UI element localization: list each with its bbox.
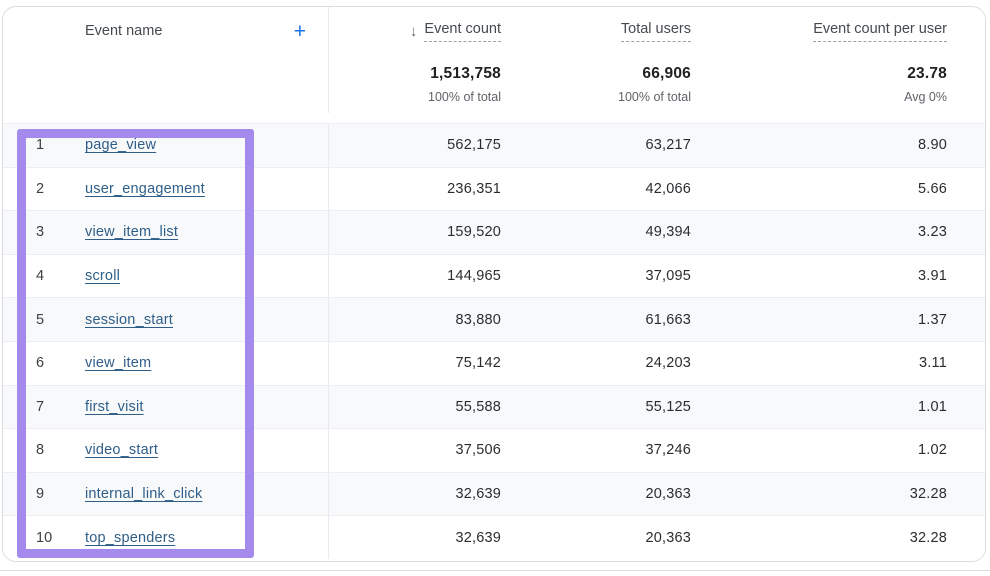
row-number: 1 [3,137,85,153]
per-user-value: 8.90 [918,137,947,153]
event-name-link[interactable]: view_item [85,355,151,371]
row-number: 9 [3,486,85,502]
table-row: 5 session_start 83,880 61,663 1.37 [3,297,985,341]
event-name-link[interactable]: user_engagement [85,181,205,197]
event-count-value: 83,880 [455,312,501,328]
plus-icon: + [294,20,306,43]
total-users-value: 42,066 [645,181,691,197]
row-number: 6 [3,355,85,371]
table-row: 3 view_item_list 159,520 49,394 3.23 [3,210,985,254]
row-number: 2 [3,181,85,197]
per-user-value: 3.23 [918,224,947,240]
sort-descending-icon: ↓ [410,23,418,40]
event-count-total-subtext: 100% of total [428,90,501,104]
event-name-column-header: Event name [3,23,162,39]
table-body: 1 page_view 562,175 63,217 8.90 2 user_e… [3,123,985,559]
page-bottom-divider [0,570,990,571]
per-user-total-value: 23.78 [907,65,947,83]
table-row: 2 user_engagement 236,351 42,066 5.66 [3,167,985,211]
per-user-header-cell: Event count per user [691,7,947,55]
event-count-value: 32,639 [455,530,501,546]
row-number: 4 [3,268,85,284]
event-name-link[interactable]: scroll [85,268,120,284]
events-report-card: Event name + ↓ Event count Total users E… [2,6,986,562]
event-count-value: 562,175 [447,137,501,153]
event-count-value: 159,520 [447,224,501,240]
event-count-per-user-header-label: Event count per user [813,21,947,42]
row-number: 8 [3,442,85,458]
event-count-value: 32,639 [455,486,501,502]
per-user-total-subtext: Avg 0% [904,90,947,104]
total-users-value: 37,095 [645,268,691,284]
event-count-column-header[interactable]: ↓ Event count [410,21,501,42]
per-user-value: 1.02 [918,442,947,458]
event-count-value: 144,965 [447,268,501,284]
total-users-value: 61,663 [645,312,691,328]
per-user-value: 3.11 [919,355,947,371]
table-row: 9 internal_link_click 32,639 20,363 32.2… [3,472,985,516]
event-name-link[interactable]: first_visit [85,399,144,415]
row-number: 7 [3,399,85,415]
total-users-value: 20,363 [645,530,691,546]
totals-row: 1,513,758 100% of total 66,906 100% of t… [3,55,985,123]
per-user-value: 1.37 [918,312,947,328]
dimension-header-cell: Event name + [3,7,329,55]
table-row: 7 first_visit 55,588 55,125 1.01 [3,385,985,429]
row-number: 5 [3,312,85,328]
total-users-total-subtext: 100% of total [618,90,691,104]
event-count-value: 55,588 [455,399,501,415]
total-users-value: 63,217 [645,137,691,153]
table-header-row: Event name + ↓ Event count Total users E… [3,7,985,55]
table-row: 4 scroll 144,965 37,095 3.91 [3,254,985,298]
totals-dimension-cell [3,55,329,113]
total-users-value: 37,246 [645,442,691,458]
total-users-total: 66,906 100% of total [618,65,691,104]
event-name-link[interactable]: session_start [85,312,173,328]
event-name-link[interactable]: internal_link_click [85,486,202,502]
event-count-header-cell: ↓ Event count [329,7,501,55]
per-user-value: 3.91 [918,268,947,284]
event-count-value: 236,351 [447,181,501,197]
total-users-value: 55,125 [645,399,691,415]
table-row: 10 top_spenders 32,639 20,363 32.28 [3,515,985,559]
event-count-header-label: Event count [424,21,501,42]
total-users-value: 24,203 [645,355,691,371]
row-number: 3 [3,224,85,240]
per-user-value: 1.01 [918,399,947,415]
per-user-value: 32.28 [910,530,947,546]
event-name-link[interactable]: view_item_list [85,224,178,240]
total-users-total-value: 66,906 [642,65,691,83]
event-count-total: 1,513,758 100% of total [428,65,501,104]
per-user-value: 5.66 [918,181,947,197]
total-users-header-cell: Total users [501,7,691,55]
event-name-link[interactable]: video_start [85,442,158,458]
add-dimension-button[interactable]: + [294,21,306,42]
row-number: 10 [3,530,85,546]
per-user-total: 23.78 Avg 0% [904,65,947,104]
total-users-header-label: Total users [621,21,691,42]
event-name-link[interactable]: page_view [85,137,156,153]
total-users-column-header[interactable]: Total users [621,21,691,42]
event-name-link[interactable]: top_spenders [85,530,175,546]
event-count-value: 75,142 [455,355,501,371]
per-user-value: 32.28 [910,486,947,502]
event-count-per-user-column-header[interactable]: Event count per user [813,21,947,42]
table-row: 8 video_start 37,506 37,246 1.02 [3,428,985,472]
event-count-total-value: 1,513,758 [430,65,501,83]
table-row: 6 view_item 75,142 24,203 3.11 [3,341,985,385]
total-users-value: 49,394 [645,224,691,240]
total-users-value: 20,363 [645,486,691,502]
table-row: 1 page_view 562,175 63,217 8.90 [3,123,985,167]
event-count-value: 37,506 [455,442,501,458]
